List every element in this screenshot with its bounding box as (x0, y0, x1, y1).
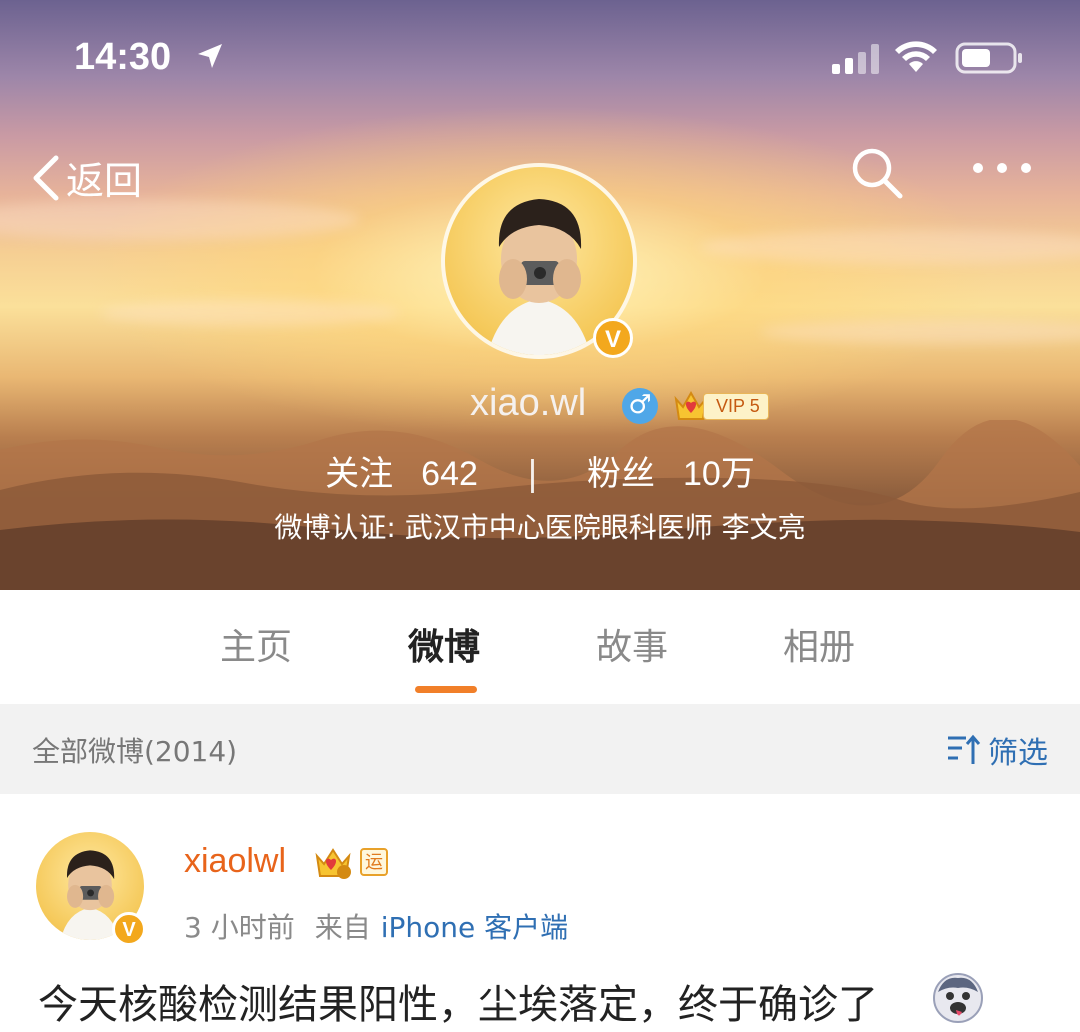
post-meta: 3 小时前 来自 iPhone 客户端 (184, 906, 568, 946)
cover-cloud (760, 320, 1080, 344)
filter-bar: 全部微博(2014) 筛选 (0, 704, 1080, 794)
yun-badge[interactable]: 运 (360, 848, 388, 876)
emoji-icon (933, 973, 983, 1023)
profile-name: xiao.wl (470, 382, 587, 424)
tab-weibo[interactable]: 微博 (408, 618, 480, 670)
filter-icon (948, 734, 981, 764)
cover-cloud (100, 300, 400, 326)
tab-stories[interactable]: 故事 (596, 618, 668, 670)
filter-label: 筛选 (988, 736, 1048, 771)
following-count: 642 (421, 455, 478, 493)
battery-icon (955, 42, 1022, 74)
post-text: 今天核酸检测结果阳性，尘埃落定，终于确诊了 (38, 982, 878, 1028)
fans-label: 粉丝 (587, 454, 655, 494)
verification-text: 微博认证: 武汉市中心医院眼科医师 李文亮 (274, 511, 806, 544)
fans-count: 10万 (683, 455, 755, 493)
vip-crown-icon[interactable] (314, 846, 352, 880)
post-username[interactable]: xiaolwl (184, 842, 286, 881)
post-count-label: 全部微博(2014) (32, 735, 238, 768)
back-button[interactable]: 返回 (30, 150, 142, 205)
wifi-icon (895, 41, 937, 72)
fans-stat[interactable]: 粉丝 10万 (587, 446, 755, 495)
active-tab-indicator (415, 686, 477, 693)
tab-album[interactable]: 相册 (783, 618, 855, 670)
signal-icon (832, 44, 879, 74)
verified-badge: V (593, 318, 633, 358)
profile-cover: 14:30 返回 V xiao.wl ♂ VIP 5 关注 642 | 粉丝 1… (0, 0, 1080, 590)
vip-badge[interactable]: VIP 5 (673, 388, 769, 424)
post-card: V xiaolwl 运 3 小时前 来自 iPhone 客户端 今天核酸检测结果阳性… (0, 794, 1080, 1032)
verified-badge: V (112, 912, 146, 946)
post-from-label: 来自 (314, 911, 371, 944)
status-time: 14:30 (74, 36, 172, 78)
post-time: 3 小时前 (184, 911, 295, 944)
cover-cloud (700, 230, 1080, 264)
gender-male-icon: ♂ (622, 388, 658, 424)
profile-name-row: xiao.wl ♂ VIP 5 (0, 382, 1080, 432)
more-icon[interactable] (972, 160, 1032, 176)
back-label: 返回 (66, 159, 143, 203)
post-source[interactable]: iPhone 客户端 (381, 911, 568, 944)
search-icon[interactable] (850, 146, 904, 200)
location-arrow-icon (198, 44, 222, 68)
filter-button[interactable]: 筛选 (946, 728, 1048, 772)
following-stat[interactable]: 关注 642 (325, 446, 478, 495)
following-label: 关注 (325, 454, 394, 494)
profile-stats: 关注 642 | 粉丝 10万 (0, 446, 1080, 495)
vip-level: VIP 5 (703, 392, 769, 420)
profile-tabs: 主页 微博 故事 相册 (0, 590, 1080, 704)
tab-home[interactable]: 主页 (220, 618, 292, 670)
cover-cloud (0, 200, 360, 240)
status-bar: 14:30 (0, 36, 1080, 86)
back-chevron-icon (33, 155, 59, 200)
stats-separator: | (526, 454, 539, 494)
